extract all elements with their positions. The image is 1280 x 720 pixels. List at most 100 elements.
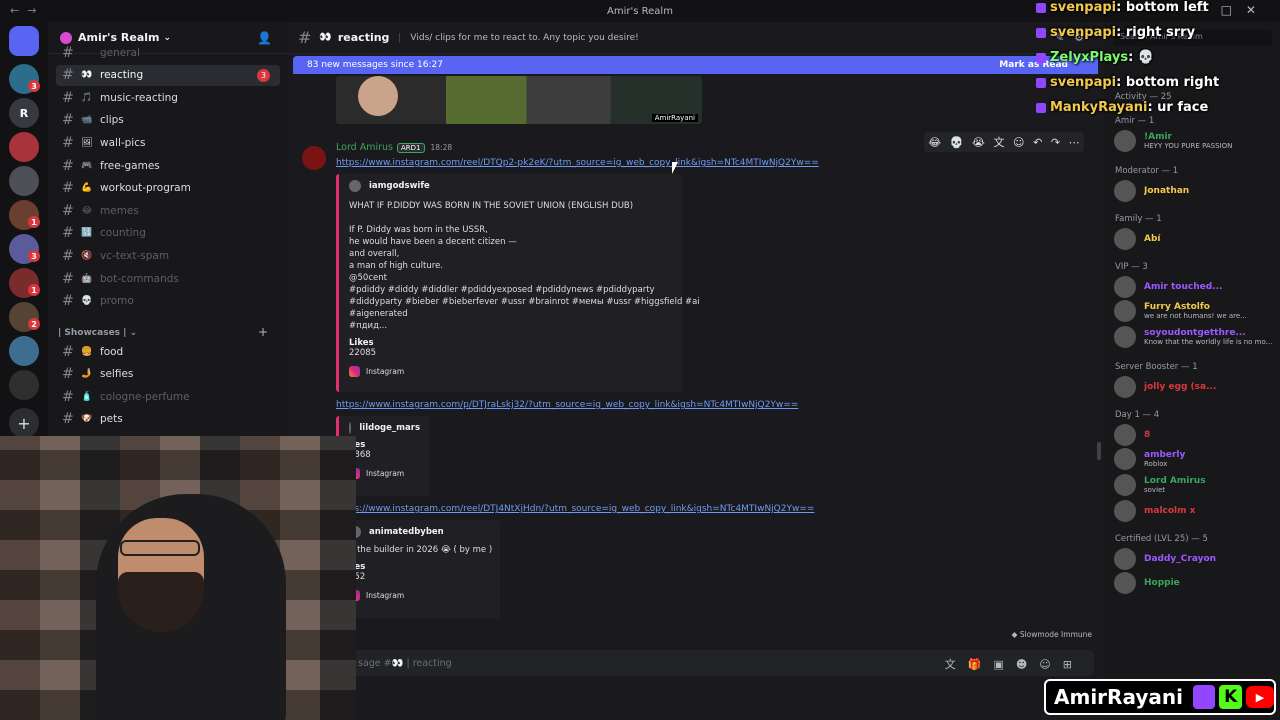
server-icon[interactable] xyxy=(9,370,39,400)
channel-selfies[interactable]: # 🤳 selfies xyxy=(56,364,280,385)
thumbnail-face xyxy=(358,76,398,116)
channel-pets[interactable]: # 🐶 pets xyxy=(56,409,280,430)
member-item[interactable]: Furry Astolfo we are not humans! we are..… xyxy=(1114,298,1276,324)
translate-icon[interactable]: 文 xyxy=(993,134,1004,150)
discord-home-icon[interactable] xyxy=(9,26,39,56)
channel-counting[interactable]: # 🔢 counting xyxy=(56,223,280,244)
member-item[interactable]: jolly egg (sa... xyxy=(1114,374,1276,400)
composer-icons[interactable]: 文🎁▣☻☺⊞ xyxy=(945,656,1084,672)
more-icon[interactable]: ⋯ xyxy=(1069,136,1080,149)
embed-footer-text: Instagram xyxy=(366,469,405,478)
hashtag-icon: # xyxy=(62,134,74,151)
scrollbar[interactable] xyxy=(1097,442,1101,460)
window-title: Amir's Realm xyxy=(607,5,673,17)
message-composer[interactable]: sage #👀 | reacting 文🎁▣☻☺⊞ xyxy=(298,650,1094,676)
member-category: Certified (LVL 25) — 5 xyxy=(1115,534,1208,544)
author-tag: ARD1 xyxy=(397,143,425,153)
channel-topic[interactable]: Vids/ clips for me to react to. Any topi… xyxy=(399,32,639,43)
add-channel-icon[interactable]: + xyxy=(258,325,268,339)
server-icon[interactable] xyxy=(9,336,39,366)
channel-emoji-icon: 😂 xyxy=(81,205,93,216)
skull-reaction-icon[interactable]: 💀 xyxy=(950,136,964,149)
avatar xyxy=(1114,276,1136,298)
chat-username: svenpapi xyxy=(1050,0,1117,15)
message-link[interactable]: https://www.instagram.com/p/DTJraLskj32/… xyxy=(336,400,798,410)
embed-likes-label: kes xyxy=(349,440,366,450)
chat-badge-icon xyxy=(1036,2,1046,13)
forward-icon[interactable]: ↷ xyxy=(1051,136,1060,149)
embed-footer: Instagram xyxy=(349,366,672,377)
chat-text: : bottom right xyxy=(1116,75,1220,90)
embed-author[interactable]: iamgodswife xyxy=(349,180,672,192)
hashtag-icon: # xyxy=(62,411,74,428)
member-name: Amir touched... xyxy=(1144,282,1223,292)
mouse-cursor xyxy=(672,162,678,174)
channel-bot-commands[interactable]: # 🤖 bot-commands xyxy=(56,268,280,289)
channel-memes[interactable]: # 😂 memes xyxy=(56,200,280,221)
channel-music-reacting[interactable]: # 🎵 music-reacting xyxy=(56,87,280,108)
channel-emoji-icon: 🤖 xyxy=(81,273,93,284)
chat-area: # 👀 reacting Vids/ clips for me to react… xyxy=(288,22,1104,720)
channel-emoji-icon: 🖼 xyxy=(81,137,93,148)
channel-wall-pics[interactable]: # 🖼 wall-pics xyxy=(56,132,280,153)
embed-likes-label: kes xyxy=(349,562,366,572)
avatar xyxy=(1114,448,1136,470)
channel-workout-program[interactable]: # 💪 workout-program xyxy=(56,178,280,199)
server-icon[interactable] xyxy=(9,166,39,196)
thumbnail-watermark: AmirRayani xyxy=(651,114,698,122)
embed-author[interactable]: lildoge_mars xyxy=(349,422,420,434)
author-avatar[interactable] xyxy=(302,146,326,170)
channel-free-games[interactable]: # 🎮 free-games xyxy=(56,155,280,176)
member-item[interactable]: 8 xyxy=(1114,422,1276,448)
category-label: | Showcases | xyxy=(58,328,127,338)
eyes-icon: 👀 xyxy=(319,32,332,43)
channel-cologne-perfume[interactable]: # 🧴 cologne-perfume xyxy=(56,386,280,407)
message-link[interactable]: https://www.instagram.com/reel/DTJ4NtXjH… xyxy=(336,504,814,514)
channel-general[interactable]: # general xyxy=(56,42,280,63)
reply-icon[interactable]: ↶ xyxy=(1033,136,1042,149)
server-icon[interactable] xyxy=(9,132,39,162)
channel-label: general xyxy=(100,46,140,59)
author-name[interactable]: Lord Amirus xyxy=(336,142,393,153)
avatar xyxy=(1114,548,1136,570)
member-item[interactable]: malcolm x xyxy=(1114,498,1276,524)
message-header: Lord Amirus ARD1 18:28 xyxy=(336,142,452,153)
member-item[interactable]: Abí xyxy=(1114,226,1276,252)
channel-promo[interactable]: # 💀 promo xyxy=(56,291,280,312)
laugh-reaction-icon[interactable]: 😂 xyxy=(928,136,941,149)
member-item[interactable]: Jonathan xyxy=(1114,178,1276,204)
nav-arrows[interactable]: ←→ xyxy=(10,4,44,17)
member-name: Hoppie xyxy=(1144,578,1180,588)
category-showcases[interactable]: | Showcases | ⌄ + xyxy=(58,325,268,339)
member-item[interactable]: amberly Roblox xyxy=(1114,446,1276,472)
new-messages-bar[interactable]: 83 new messages since 16:27 Mark as Read xyxy=(293,56,1098,74)
member-name: Furry Astolfo xyxy=(1144,302,1210,312)
member-item[interactable]: Hoppie xyxy=(1114,570,1276,596)
channel-emoji-icon: 👀 xyxy=(81,70,93,81)
channel-food[interactable]: # 🍔 food xyxy=(56,341,280,362)
channel-label: free-games xyxy=(100,159,160,172)
add-reaction-icon[interactable]: ☺ xyxy=(1013,136,1024,149)
hashtag-icon: # xyxy=(62,343,74,360)
channel-reacting[interactable]: # 👀 reacting 3 xyxy=(56,64,280,86)
member-item[interactable]: Amir touched... xyxy=(1114,274,1276,300)
server-icon[interactable]: R xyxy=(9,98,39,128)
member-status: we are not humans! we are... xyxy=(1144,312,1247,320)
add-server-icon[interactable]: + xyxy=(9,408,39,438)
server-badge: 1 xyxy=(28,284,40,296)
channel-label: vc-text-spam xyxy=(100,249,170,262)
cry-reaction-icon[interactable]: 😭 xyxy=(972,136,985,149)
channel-clips[interactable]: # 📹 clips xyxy=(56,110,280,131)
video-thumbnail[interactable]: AmirRayani xyxy=(336,76,702,124)
stream-chat-line: ZelyxPlays: 💀 xyxy=(1036,50,1154,65)
embed-author[interactable]: animatedbyben xyxy=(349,526,490,538)
member-item[interactable]: Daddy_Crayon xyxy=(1114,546,1276,572)
member-item[interactable]: !Amir HEYY YOU PURE PASSION xyxy=(1114,128,1276,154)
chevron-down-icon: ⌄ xyxy=(129,328,138,338)
message-link[interactable]: https://www.instagram.com/reel/DTQp2-pk2… xyxy=(336,158,819,168)
member-item[interactable]: Lord Amirus soviet xyxy=(1114,472,1276,498)
chat-badge-icon xyxy=(1036,52,1046,63)
member-item[interactable]: soyoudontgetthre... Know that the worldly… xyxy=(1114,324,1276,350)
chat-text: : right srry xyxy=(1116,25,1196,40)
channel-vc-text-spam[interactable]: # 🔇 vc-text-spam xyxy=(56,245,280,266)
